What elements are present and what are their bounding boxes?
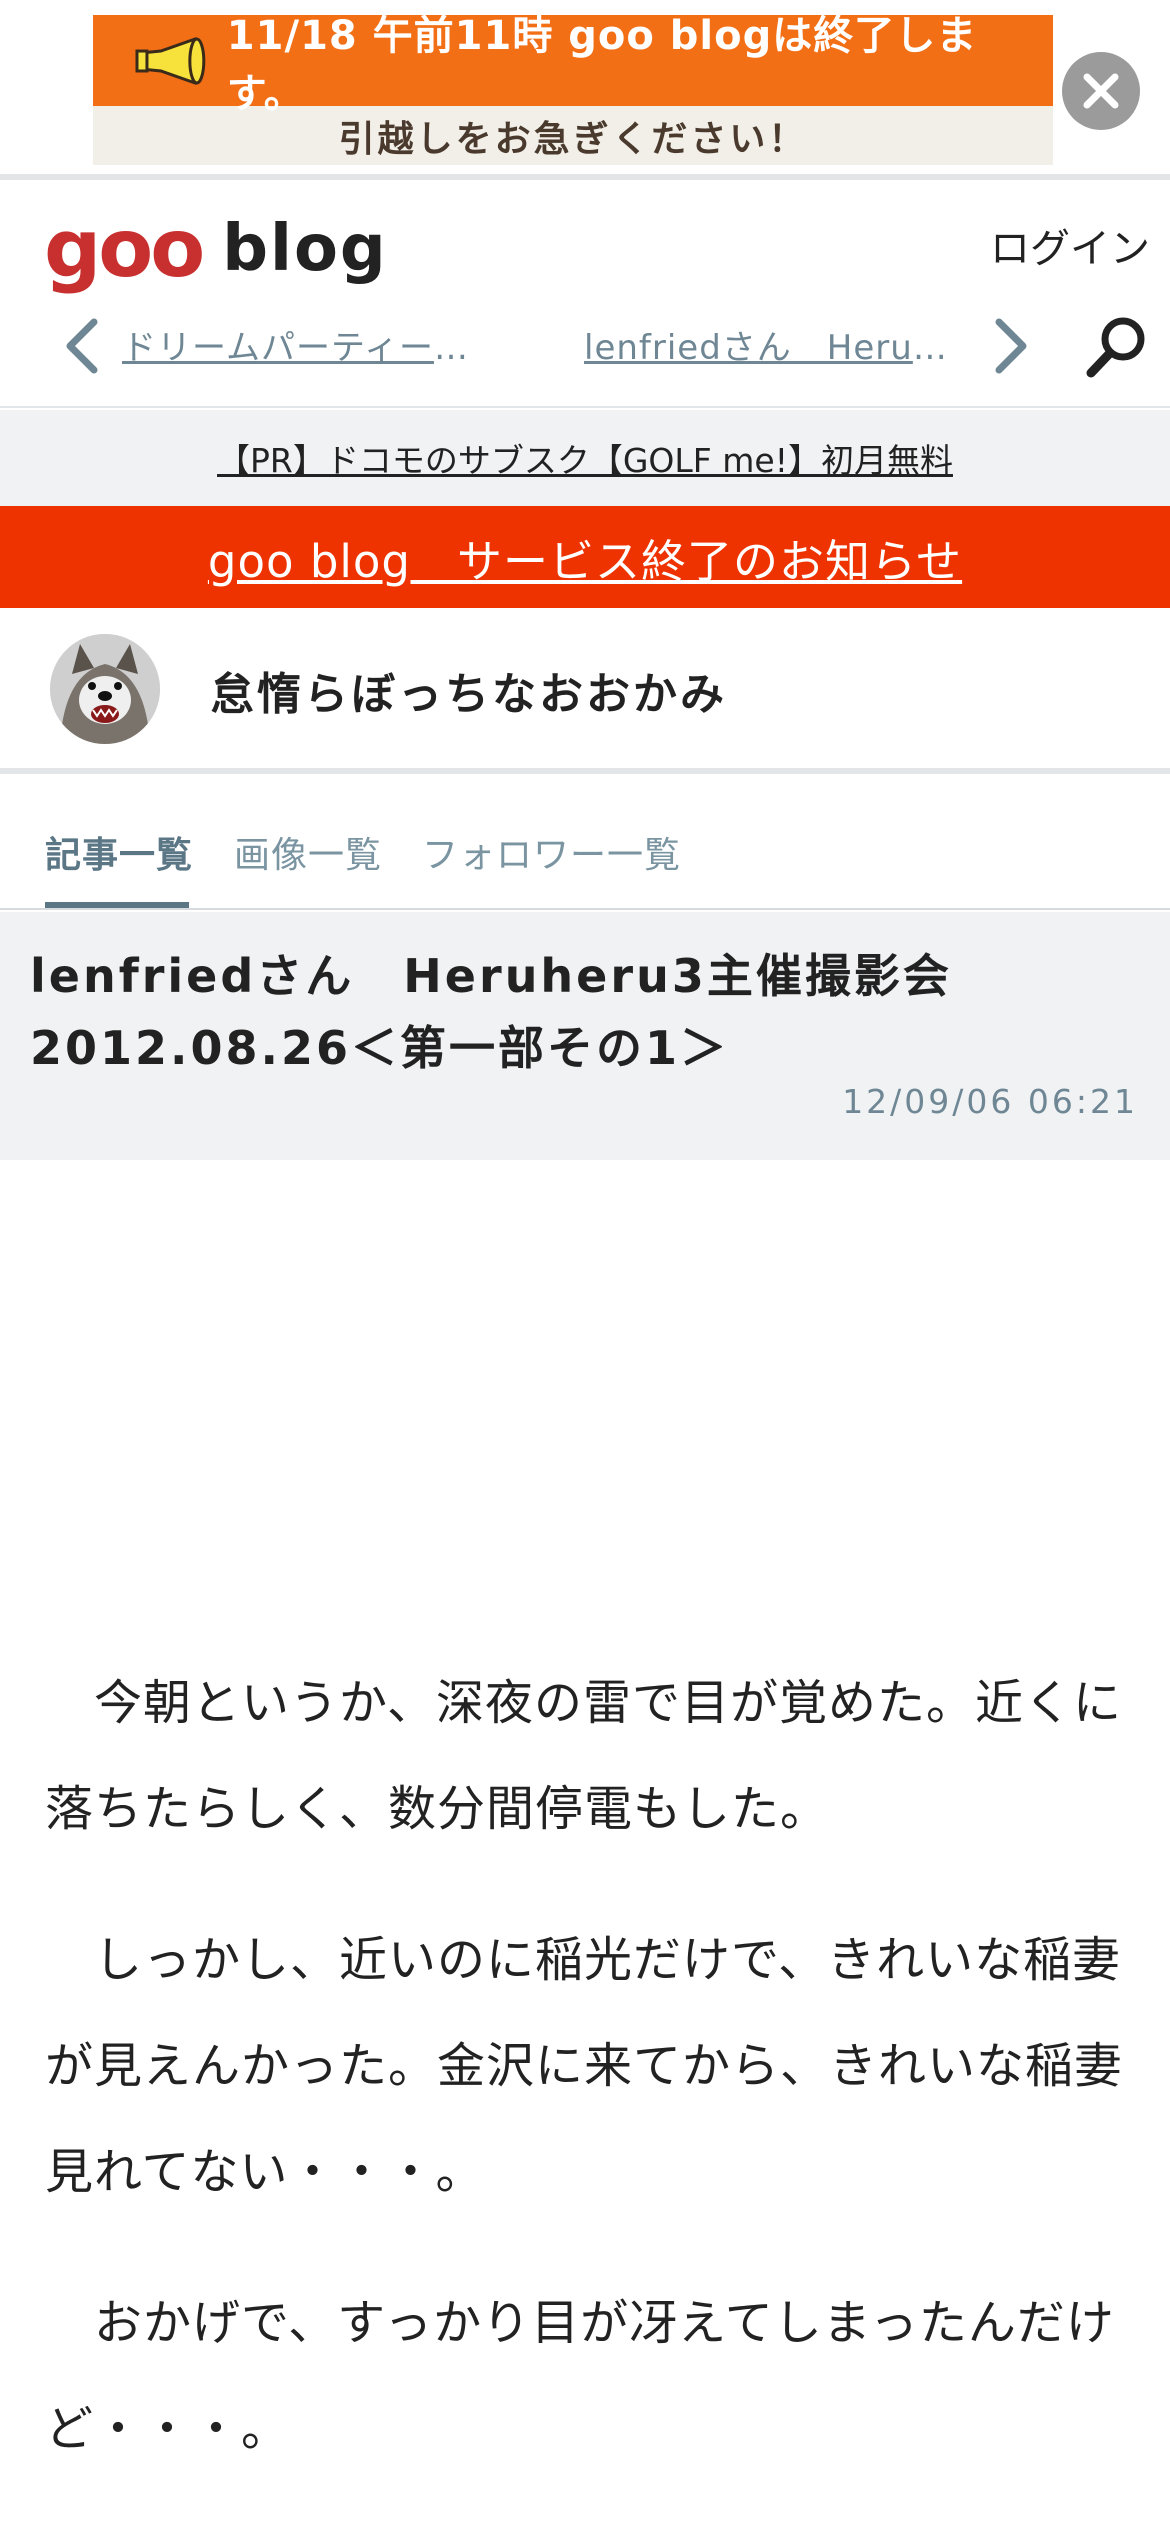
tab-articles[interactable]: 記事一覧	[45, 826, 193, 878]
blog-profile: 怠惰らぼっちなおおかみ	[0, 608, 1170, 774]
active-tab-indicator	[45, 902, 189, 908]
search-icon[interactable]	[1083, 311, 1153, 381]
article-body: 今朝というか、深夜の雷で目が覚めた。近くに落ちたらしく、数分間停電もした。 しっ…	[45, 1650, 1135, 2527]
avatar[interactable]	[50, 634, 160, 744]
close-banner-button[interactable]	[1062, 52, 1140, 130]
wolf-avatar-icon	[50, 634, 160, 744]
logo-goo: goo	[44, 202, 205, 295]
blog-tabs: 記事一覧 画像一覧 フォロワー一覧	[0, 790, 1170, 910]
article-title: lenfriedさん Heruheru3主催撮影会2012.08.26＜第一部そ…	[30, 949, 952, 1075]
service-end-notice[interactable]: goo blog サービス終了のお知らせ	[0, 506, 1170, 608]
banner-top: 11/18 午前11時 goo blogは終了します。	[93, 13, 1053, 117]
goo-blog-logo[interactable]: goo blog	[44, 204, 388, 294]
article-paragraph: おかげで、すっかり目が冴えてしまったんだけど・・・。	[45, 2295, 1115, 2457]
prev-article-link[interactable]: ドリームパーティー東京2012秋	[122, 320, 502, 369]
close-icon	[1083, 73, 1119, 109]
tab-followers[interactable]: フォロワー一覧	[422, 826, 681, 878]
article-header: lenfriedさん Heruheru3主催撮影会2012.08.26＜第一部そ…	[0, 912, 1170, 1160]
article-paragraph: 今朝というか、深夜の雷で目が覚めた。近くに落ちたらしく、数分間停電もした。	[45, 1675, 1123, 1837]
article-date: 12/09/06 06:21	[842, 1082, 1138, 1121]
logo-blog: blog	[222, 212, 388, 286]
service-end-banner[interactable]: 11/18 午前11時 goo blogは終了します。 引越しをお急ぎください！	[93, 13, 1053, 165]
chevron-left-icon[interactable]	[58, 316, 108, 376]
megaphone-icon	[135, 36, 206, 85]
chevron-right-icon[interactable]	[985, 316, 1035, 376]
next-article-link[interactable]: lenfriedさん Heruheru3主催撮影会	[584, 320, 954, 369]
login-link[interactable]: ログイン	[990, 216, 1150, 274]
article-nav: ドリームパーティー東京2012秋 lenfriedさん Heruheru3主催撮…	[0, 306, 1170, 386]
top-banner-area: 11/18 午前11時 goo blogは終了します。 引越しをお急ぎください！	[0, 0, 1170, 180]
article-paragraph: しっかし、近いのに稲光だけで、きれいな稲妻が見えんかった。金沢に来てから、きれい…	[45, 1932, 1124, 2200]
pr-ad-bar[interactable]: 【PR】ドコモのサブスク【GOLF me!】初月無料	[0, 410, 1170, 506]
blog-name[interactable]: 怠惰らぼっちなおおかみ	[210, 658, 727, 722]
tab-images[interactable]: 画像一覧	[234, 826, 382, 878]
banner-line1: 11/18 午前11時 goo blogは終了します。	[226, 12, 978, 117]
site-header: goo blog ログイン ドリームパーティー東京2012秋 lenfriedさ…	[0, 186, 1170, 408]
service-end-notice-text: goo blog サービス終了のお知らせ	[207, 534, 963, 588]
pr-ad-text: 【PR】ドコモのサブスク【GOLF me!】初月無料	[217, 441, 953, 480]
